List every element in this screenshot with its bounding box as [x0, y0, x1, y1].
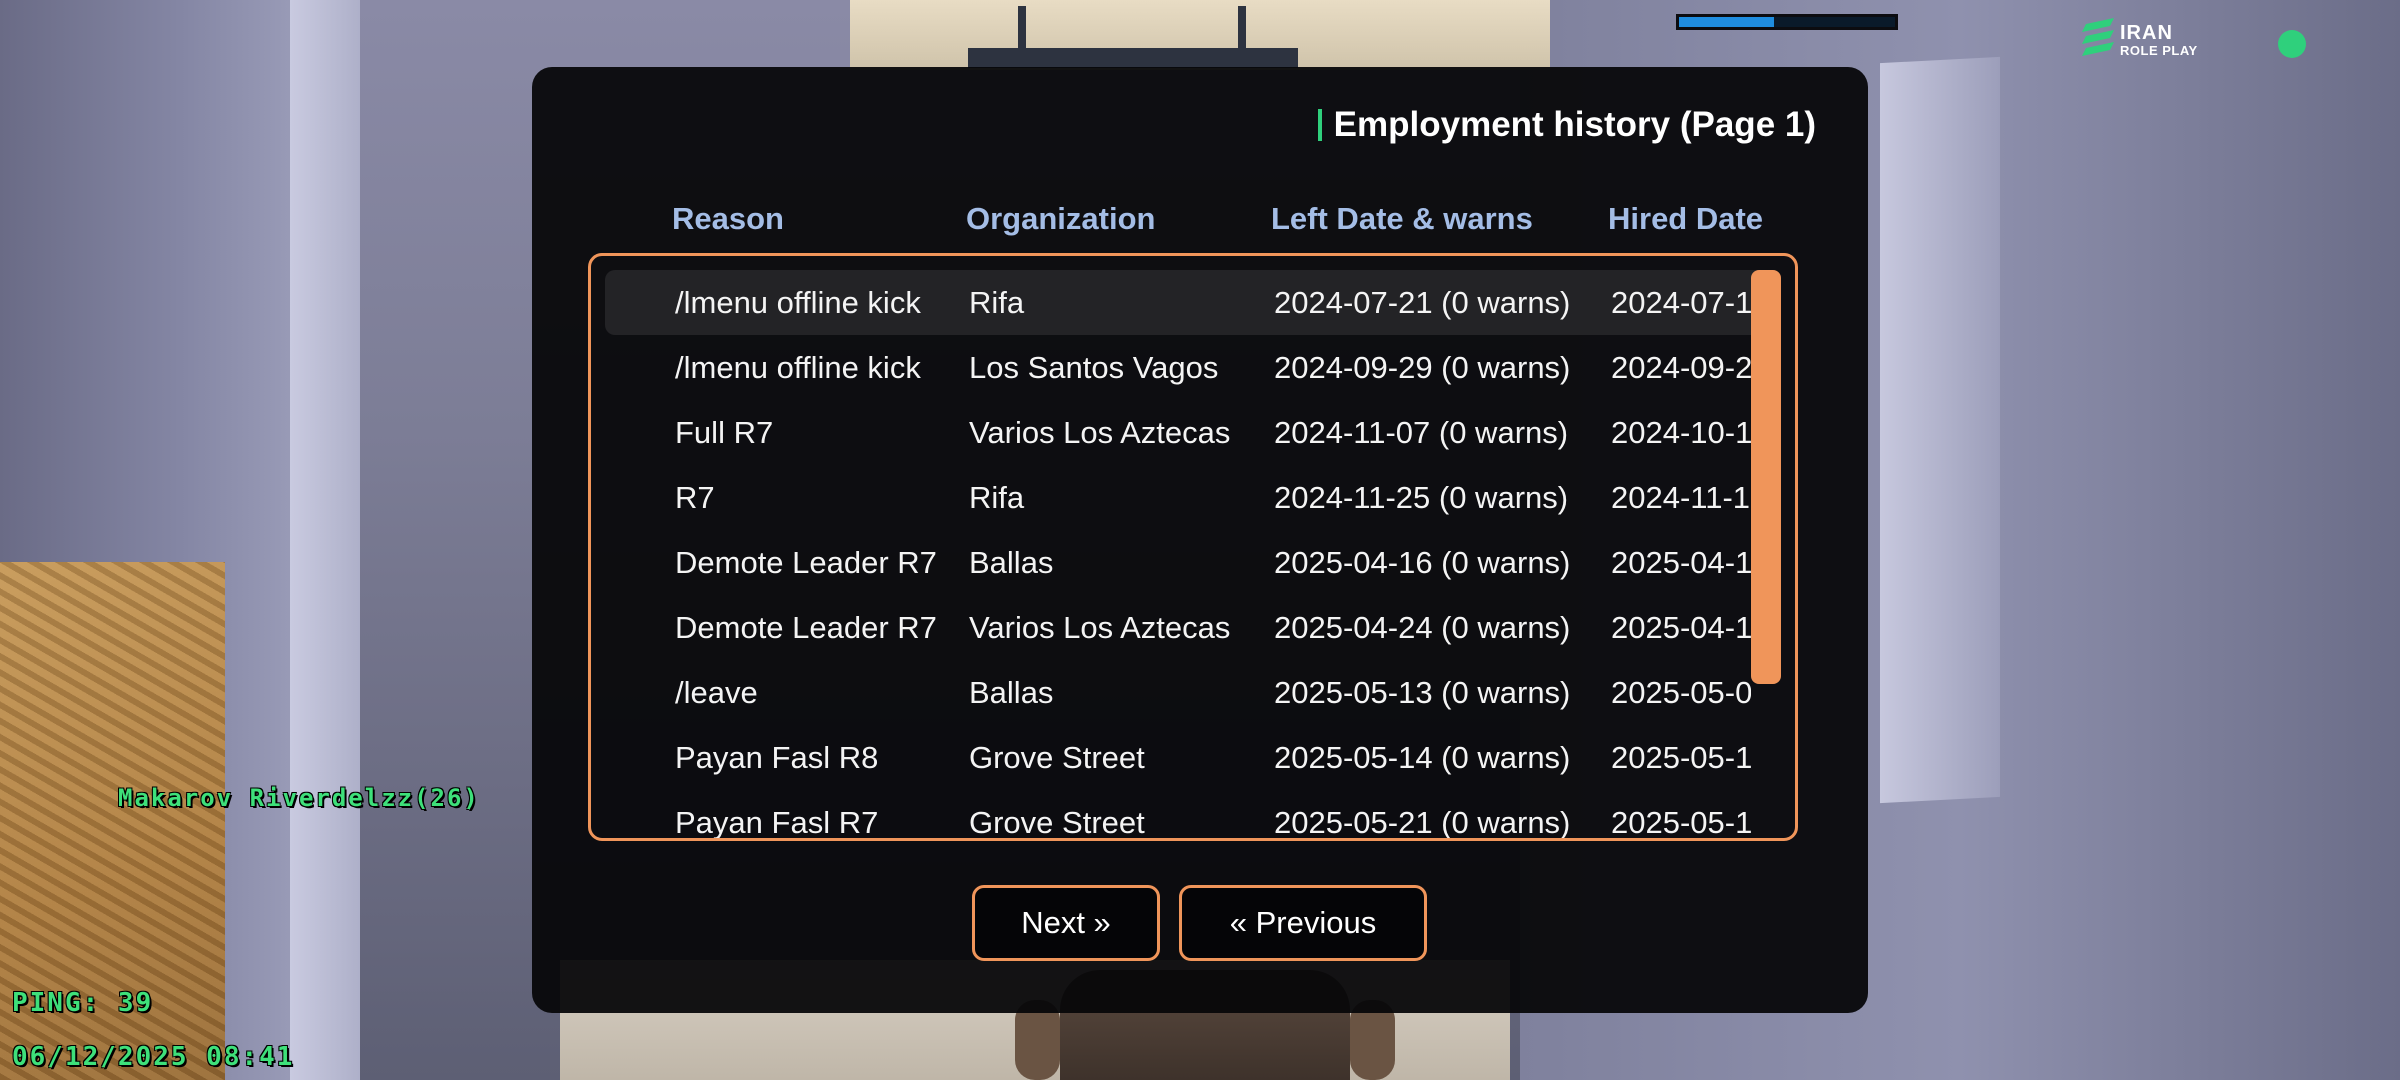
row-organization: Varios Los Aztecas [969, 610, 1231, 645]
column-header-reason: Reason [672, 201, 784, 236]
server-logo: IRAN ROLE PLAY [2082, 14, 2222, 62]
row-hired-date: 2025-05-1 [1611, 805, 1751, 840]
left-wall-edge [290, 0, 360, 1080]
row-reason: Demote Leader R7 [675, 610, 937, 645]
row-left-date: 2025-05-13 (0 warns) [1274, 675, 1571, 710]
list-scrollbar[interactable] [1751, 270, 1781, 684]
table-row[interactable]: R7 Rifa 2024-11-25 (0 warns) 2024-11-1 [605, 465, 1765, 530]
row-left-date: 2025-05-21 (0 warns) [1274, 805, 1571, 840]
row-left-date: 2025-04-24 (0 warns) [1274, 610, 1571, 645]
row-hired-date: 2025-05-1 [1611, 740, 1751, 775]
row-organization: Varios Los Aztecas [969, 415, 1231, 450]
row-reason: R7 [675, 480, 715, 515]
row-reason: Payan Fasl R8 [675, 740, 879, 775]
previous-page-button[interactable]: « Previous [1179, 885, 1427, 961]
row-organization: Los Santos Vagos [969, 350, 1219, 385]
table-row[interactable]: Demote Leader R7 Varios Los Aztecas 2025-0… [605, 595, 1765, 660]
history-list[interactable]: /lmenu offline kick Rifa 2024-07-21 (0 war… [588, 253, 1798, 841]
table-row[interactable]: /leave Ballas 2025-05-13 (0 warns) 2025-05-… [605, 660, 1765, 725]
row-hired-date: 2025-05-0 [1611, 675, 1751, 710]
logo-stripes-icon [2082, 18, 2114, 56]
column-header-hired-date: Hired Date [1608, 201, 1764, 236]
row-hired-date: 2024-10-1 [1611, 415, 1751, 450]
next-page-button[interactable]: Next » [972, 885, 1160, 961]
employment-history-dialog: Employment history (Page 1) Reason Organ… [532, 67, 1868, 1013]
row-hired-date: 2024-09-2 [1611, 350, 1751, 385]
row-hired-date: 2025-04-1 [1611, 545, 1751, 580]
row-left-date: 2024-11-25 (0 warns) [1274, 480, 1569, 515]
player-nametag: Makarov Riverdelzz(26) [118, 784, 480, 812]
lamp-rod-right [1238, 6, 1246, 48]
dialog-title-text: Employment history (Page 1) [1333, 105, 1816, 144]
table-row[interactable]: /lmenu offline kick Los Santos Vagos 2024-… [605, 335, 1765, 400]
health-bar [1676, 14, 1898, 30]
table-row[interactable]: Demote Leader R7 Ballas 2025-04-16 (0 warn… [605, 530, 1765, 595]
row-hired-date: 2025-04-1 [1611, 610, 1751, 645]
row-left-date: 2024-07-21 (0 warns) [1274, 285, 1571, 320]
ceiling-lamp [968, 48, 1298, 68]
logo-text-top: IRAN [2120, 22, 2173, 44]
row-organization: Ballas [969, 675, 1054, 710]
column-header-left-date: Left Date & warns [1271, 201, 1533, 236]
row-organization: Grove Street [969, 805, 1145, 840]
datetime-readout: 06/12/2025 08:41 [12, 1042, 295, 1072]
row-left-date: 2024-09-29 (0 warns) [1274, 350, 1571, 385]
row-hired-date: 2024-07-1 [1611, 285, 1751, 320]
table-row[interactable]: Full R7 Varios Los Aztecas 2024-11-07 (0 w… [605, 400, 1765, 465]
lamp-rod-left [1018, 6, 1026, 48]
row-reason: /leave [675, 675, 758, 710]
title-accent-bar [1317, 109, 1322, 141]
table-row[interactable]: /lmenu offline kick Rifa 2024-07-21 (0 war… [605, 270, 1765, 335]
logo-text-bottom: ROLE PLAY [2120, 43, 2198, 58]
row-left-date: 2024-11-07 (0 warns) [1274, 415, 1569, 450]
health-bar-fill [1679, 17, 1775, 27]
row-reason: Payan Fasl R7 [675, 805, 879, 840]
row-organization: Ballas [969, 545, 1054, 580]
row-left-date: 2025-05-14 (0 warns) [1274, 740, 1571, 775]
row-organization: Rifa [969, 480, 1025, 515]
row-reason: /lmenu offline kick [675, 285, 921, 320]
history-rows: /lmenu offline kick Rifa 2024-07-21 (0 war… [591, 256, 1771, 840]
row-reason: Demote Leader R7 [675, 545, 937, 580]
row-organization: Rifa [969, 285, 1025, 320]
row-hired-date: 2024-11-1 [1611, 480, 1751, 515]
row-reason: /lmenu offline kick [675, 350, 921, 385]
row-organization: Grove Street [969, 740, 1145, 775]
status-indicator [2278, 30, 2306, 58]
table-row[interactable]: Payan Fasl R8 Grove Street 2025-05-14 (0 w… [605, 725, 1765, 790]
column-header-organization: Organization [966, 201, 1156, 236]
row-reason: Full R7 [675, 415, 774, 450]
dialog-title: Employment history (Page 1) [1317, 105, 1816, 145]
table-row[interactable]: Payan Fasl R7 Grove Street 2025-05-21 (0 w… [605, 790, 1765, 840]
ping-readout: PING: 39 [12, 988, 154, 1018]
right-pillar [1880, 56, 2000, 804]
row-left-date: 2025-04-16 (0 warns) [1274, 545, 1571, 580]
